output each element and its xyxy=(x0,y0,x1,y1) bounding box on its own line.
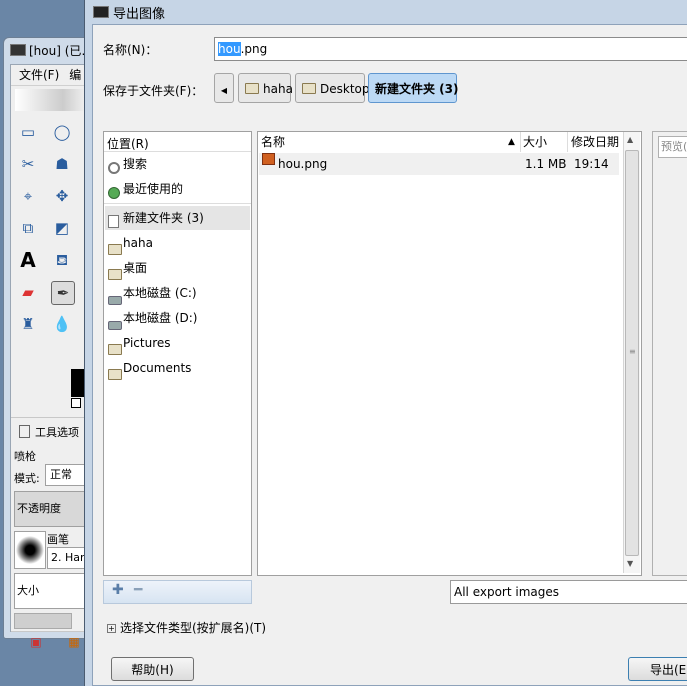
image-file-icon xyxy=(262,153,275,165)
airbrush-tool-icon[interactable]: ✒ xyxy=(51,281,75,305)
place-drive-c[interactable]: 本地磁盘 (C:) xyxy=(105,281,250,305)
grip-icon: ≡ xyxy=(629,347,636,356)
eraser-tool-icon[interactable]: ▰ xyxy=(17,281,39,303)
column-modified[interactable]: 修改日期 xyxy=(571,132,619,152)
drive-icon xyxy=(108,321,122,330)
places-header[interactable]: 位置(R) xyxy=(107,135,149,152)
folder-icon xyxy=(302,83,316,94)
file-modified: 19:14 xyxy=(574,157,609,171)
file-name: hou.png xyxy=(278,157,328,171)
dialog-title: 导出图像 xyxy=(113,7,166,22)
document-icon xyxy=(108,215,119,228)
place-pictures[interactable]: Pictures xyxy=(105,331,250,355)
file-list-pane: 名称 ▲ 大小 修改日期 hou.png 1.1 MB 19:14 ▲ ≡ ▼ xyxy=(257,131,642,576)
dialog-titlebar: 导出图像 xyxy=(85,0,687,22)
rect-select-tool-icon[interactable]: ▭ xyxy=(17,121,39,143)
folder-icon xyxy=(108,369,122,380)
export-image-dialog: 导出图像 名称(N)： hou.png 保存于文件夹(F)： ◀ haha De… xyxy=(84,0,687,686)
save-options-icon[interactable]: ▣ xyxy=(25,631,47,653)
scissors-tool-icon[interactable]: ✂ xyxy=(17,153,39,175)
foreground-select-tool-icon[interactable]: ☗ xyxy=(51,153,73,175)
place-drive-d[interactable]: 本地磁盘 (D:) xyxy=(105,306,250,330)
export-button[interactable]: 导出(E xyxy=(628,657,687,681)
place-desktop[interactable]: 桌面 xyxy=(105,256,250,280)
breadcrumb-current-folder[interactable]: 新建文件夹 (3) xyxy=(368,73,459,103)
reset-colors-icon[interactable] xyxy=(71,398,81,408)
mode-label: 模式: xyxy=(14,472,40,485)
brush-preview[interactable] xyxy=(14,531,46,569)
file-list-scrollbar[interactable]: ▲ ≡ ▼ xyxy=(623,132,640,573)
menu-edit[interactable]: 编 xyxy=(69,68,81,82)
place-documents[interactable]: Documents xyxy=(105,356,250,380)
bucket-fill-tool-icon[interactable]: ⛾ xyxy=(51,249,73,271)
folder-icon xyxy=(108,344,122,355)
dialog-body: 名称(N)： hou.png 保存于文件夹(F)： ◀ haha Desktop… xyxy=(92,24,687,686)
file-filter-select[interactable]: All export images xyxy=(450,580,687,604)
ellipse-select-tool-icon[interactable]: ◯ xyxy=(51,121,73,143)
column-size[interactable]: 大小 xyxy=(523,132,547,152)
menu-file[interactable]: 文件(F) xyxy=(19,68,59,82)
add-bookmark-icon[interactable]: ✚ xyxy=(112,582,124,598)
tool-options-tab[interactable]: 工具选项 xyxy=(19,424,79,440)
column-name[interactable]: 名称 xyxy=(261,132,285,152)
filename-input[interactable]: hou.png xyxy=(214,37,687,61)
option-bar xyxy=(14,613,72,629)
perspective-tool-icon[interactable]: ◩ xyxy=(51,217,73,239)
divider xyxy=(104,203,251,204)
scroll-down-icon[interactable]: ▼ xyxy=(627,559,633,568)
folder-icon xyxy=(108,244,122,255)
place-current-folder[interactable]: 新建文件夹 (3) xyxy=(105,206,250,230)
drive-icon xyxy=(108,296,122,305)
tool-name: 喷枪 xyxy=(14,450,36,463)
blur-tool-icon[interactable]: 💧 xyxy=(51,313,73,335)
scrollbar-thumb[interactable]: ≡ xyxy=(625,150,639,556)
file-size: 1.1 MB xyxy=(525,157,567,171)
preview-frame: 预览( xyxy=(652,131,687,576)
filename-selection: hou xyxy=(218,42,241,56)
clone-tool-icon[interactable]: ♜ xyxy=(17,313,39,335)
file-row[interactable]: hou.png 1.1 MB 19:14 xyxy=(259,153,619,175)
breadcrumb-haha[interactable]: haha xyxy=(238,73,293,103)
breadcrumb-desktop[interactable]: Desktop xyxy=(295,73,370,103)
place-recent[interactable]: 最近使用的 xyxy=(105,177,250,201)
preview-label: 预览( xyxy=(658,136,687,158)
place-haha[interactable]: haha xyxy=(105,231,250,255)
breadcrumb-back-button[interactable]: ◀ xyxy=(214,73,234,103)
divider xyxy=(520,132,521,152)
expander-plus-icon: + xyxy=(107,624,116,633)
bookmark-toolbar: ✚ ━ xyxy=(103,580,252,604)
remove-bookmark-icon[interactable]: ━ xyxy=(134,582,142,598)
wilber-banner xyxy=(15,89,95,111)
toolbox-title: [hou] (已… xyxy=(10,42,93,59)
sort-ascending-icon[interactable]: ▲ xyxy=(508,132,515,152)
name-label: 名称(N)： xyxy=(103,43,158,57)
places-pane: 位置(R) 搜索 最近使用的 新建文件夹 (3) haha 桌面 本地磁盘 (C… xyxy=(103,131,252,576)
recent-icon xyxy=(108,187,120,199)
restore-options-icon[interactable]: ▦ xyxy=(63,631,85,653)
folder-icon xyxy=(108,269,122,280)
save-in-label: 保存于文件夹(F)： xyxy=(103,84,204,98)
place-search[interactable]: 搜索 xyxy=(105,152,250,176)
filename-extension: .png xyxy=(240,42,268,56)
text-tool-icon[interactable]: A xyxy=(17,249,39,271)
brush-label: 画笔 xyxy=(47,533,69,546)
paths-tool-icon[interactable]: ⌖ xyxy=(17,185,39,207)
left-arrow-icon: ◀ xyxy=(220,86,228,95)
move-tool-icon[interactable]: ✥ xyxy=(51,185,73,207)
folder-icon xyxy=(245,83,259,94)
help-button[interactable]: 帮助(H) xyxy=(111,657,194,681)
crop-tool-icon[interactable]: ⧉ xyxy=(17,217,39,239)
scroll-up-icon[interactable]: ▲ xyxy=(627,135,633,144)
gimp-icon xyxy=(93,6,109,18)
divider xyxy=(567,132,568,152)
tool-options-icon xyxy=(19,425,30,438)
search-icon xyxy=(108,162,120,174)
gimp-icon xyxy=(10,44,26,56)
file-type-expander[interactable]: + 选择文件类型(按扩展名)(T) xyxy=(107,619,266,636)
